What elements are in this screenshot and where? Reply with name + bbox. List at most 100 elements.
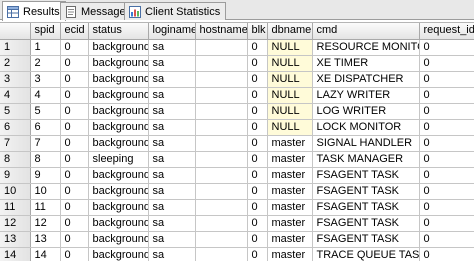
cell-loginame[interactable]: sa (148, 247, 196, 261)
cell-dbname[interactable]: master (267, 167, 313, 184)
cell-blk[interactable]: 0 (247, 119, 268, 136)
cell-status[interactable]: background (88, 183, 149, 200)
table-row[interactable]: 7 7 0 background sa 0 master SIGNAL HANDLER 0 (0, 135, 474, 152)
cell-hostname[interactable] (195, 103, 248, 120)
cell-ecid[interactable]: 0 (60, 199, 89, 216)
cell-loginame[interactable]: sa (148, 199, 196, 216)
cell-dbname[interactable]: master (267, 247, 313, 261)
cell-request-id[interactable]: 0 (419, 55, 474, 72)
table-row[interactable]: 2 2 0 background sa 0 NULL XE TIMER 0 (0, 55, 474, 72)
cell-loginame[interactable]: sa (148, 119, 196, 136)
cell-status[interactable]: background (88, 215, 149, 232)
cell-request-id[interactable]: 0 (419, 119, 474, 136)
cell-request-id[interactable]: 0 (419, 87, 474, 104)
cell-loginame[interactable]: sa (148, 231, 196, 248)
col-header-request-id[interactable]: request_id (419, 23, 474, 40)
cell-dbname[interactable]: master (267, 135, 313, 152)
table-row[interactable]: 110backgroundsa0NULLRESOURCE MONITOR0 (0, 39, 474, 56)
cell-loginame[interactable]: sa (148, 103, 196, 120)
cell-dbname[interactable]: master (267, 183, 313, 200)
cell-spid[interactable]: 2 (30, 55, 61, 72)
cell-dbname[interactable]: NULL (267, 87, 313, 104)
cell-hostname[interactable] (195, 199, 248, 216)
cell-ecid[interactable]: 0 (60, 135, 89, 152)
table-row[interactable]: 12 12 0 background sa 0 master FSAGENT TASK 0 (0, 215, 474, 232)
tab-results[interactable]: Results (2, 1, 66, 21)
cell-status[interactable]: background (88, 55, 149, 72)
row-number[interactable]: 11 (0, 199, 31, 216)
table-row[interactable]: 10 10 0 background sa 0 master FSAGENT TASK 0 (0, 183, 474, 200)
table-row[interactable]: 11 11 0 background sa 0 master FSAGENT TASK 0 (0, 199, 474, 216)
cell-spid[interactable]: 14 (30, 247, 61, 261)
cell-cmd[interactable]: LAZY WRITER (312, 87, 420, 104)
cell-status[interactable]: background (88, 231, 149, 248)
results-grid[interactable]: spid ecid status loginame hostname blk d… (0, 22, 474, 261)
cell-hostname[interactable] (195, 55, 248, 72)
cell-dbname[interactable]: NULL (267, 39, 313, 56)
cell-request-id[interactable]: 0 (419, 151, 474, 168)
cell-hostname[interactable] (195, 71, 248, 88)
cell-status[interactable]: background (88, 103, 149, 120)
cell-hostname[interactable] (195, 87, 248, 104)
cell-dbname[interactable]: NULL (267, 119, 313, 136)
cell-request-id[interactable]: 0 (419, 183, 474, 200)
cell-blk[interactable]: 0 (247, 71, 268, 88)
cell-blk[interactable]: 0 (247, 247, 268, 261)
cell-cmd[interactable]: LOCK MONITOR (312, 119, 420, 136)
cell-loginame[interactable]: sa (148, 55, 196, 72)
cell-spid[interactable]: 4 (30, 87, 61, 104)
cell-dbname[interactable]: NULL (267, 103, 313, 120)
cell-dbname[interactable]: master (267, 199, 313, 216)
cell-blk[interactable]: 0 (247, 87, 268, 104)
cell-loginame[interactable]: sa (148, 135, 196, 152)
table-row[interactable]: 8 8 0 sleeping sa 0 master TASK MANAGER 0 (0, 151, 474, 168)
cell-cmd[interactable]: FSAGENT TASK (312, 167, 420, 184)
cell-ecid[interactable]: 0 (60, 103, 89, 120)
cell-dbname[interactable]: NULL (267, 71, 313, 88)
cell-dbname[interactable]: NULL (267, 55, 313, 72)
cell-ecid[interactable]: 0 (60, 215, 89, 232)
row-number[interactable]: 13 (0, 231, 31, 248)
cell-hostname[interactable] (195, 167, 248, 184)
cell-dbname[interactable]: master (267, 151, 313, 168)
col-header-blk[interactable]: blk (247, 23, 268, 40)
tab-client-statistics[interactable]: Client Statistics (124, 2, 227, 20)
table-row[interactable]: 14 14 0 background sa 0 master TRACE QUEUE TASK… (0, 247, 474, 261)
cell-blk[interactable]: 0 (247, 199, 268, 216)
cell-request-id[interactable]: 0 (419, 103, 474, 120)
cell-cmd[interactable]: XE TIMER (312, 55, 420, 72)
cell-status[interactable]: sleeping (88, 151, 149, 168)
cell-spid[interactable]: 9 (30, 167, 61, 184)
cell-hostname[interactable] (195, 119, 248, 136)
cell-loginame[interactable]: sa (148, 71, 196, 88)
cell-hostname[interactable] (195, 151, 248, 168)
cell-blk[interactable]: 0 (247, 215, 268, 232)
cell-ecid[interactable]: 0 (60, 151, 89, 168)
cell-spid[interactable]: 8 (30, 151, 61, 168)
cell-loginame[interactable]: sa (148, 39, 196, 56)
col-header-ecid[interactable]: ecid (60, 23, 89, 40)
row-number[interactable]: 10 (0, 183, 31, 200)
cell-blk[interactable]: 0 (247, 135, 268, 152)
table-row[interactable]: 4 4 0 background sa 0 NULL LAZY WRITER 0 (0, 87, 474, 104)
cell-status[interactable]: background (88, 135, 149, 152)
cell-cmd[interactable]: SIGNAL HANDLER (312, 135, 420, 152)
cell-blk[interactable]: 0 (247, 151, 268, 168)
cell-request-id[interactable]: 0 (419, 231, 474, 248)
cell-cmd[interactable]: FSAGENT TASK (312, 215, 420, 232)
row-number[interactable]: 12 (0, 215, 31, 232)
cell-spid[interactable]: 12 (30, 215, 61, 232)
cell-blk[interactable]: 0 (247, 55, 268, 72)
cell-hostname[interactable] (195, 247, 248, 261)
row-number[interactable]: 5 (0, 103, 31, 120)
row-number[interactable]: 1 (0, 39, 31, 56)
cell-ecid[interactable]: 0 (60, 55, 89, 72)
cell-hostname[interactable] (195, 135, 248, 152)
col-header-status[interactable]: status (88, 23, 149, 40)
cell-cmd[interactable]: TASK MANAGER (312, 151, 420, 168)
table-row[interactable]: 3 3 0 background sa 0 NULL XE DISPATCHER 0 (0, 71, 474, 88)
table-row[interactable]: 5 5 0 background sa 0 NULL LOG WRITER 0 (0, 103, 474, 120)
cell-spid[interactable]: 6 (30, 119, 61, 136)
col-header-cmd[interactable]: cmd (312, 23, 420, 40)
cell-request-id[interactable]: 0 (419, 135, 474, 152)
